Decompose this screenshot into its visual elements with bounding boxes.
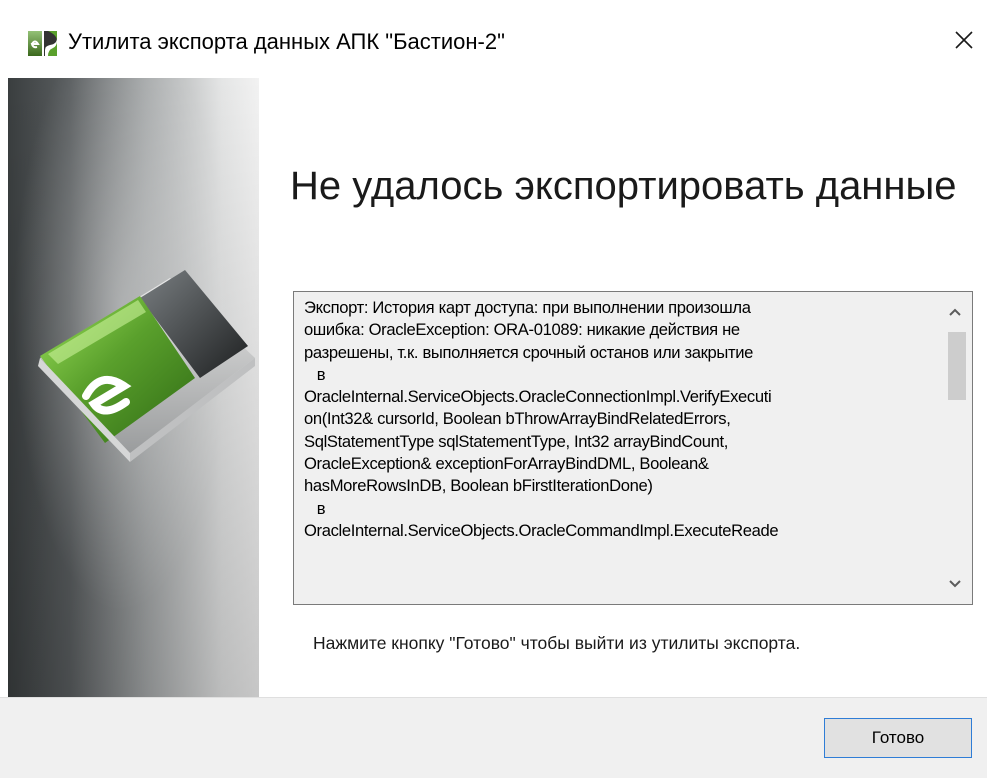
bastion-e-logo-icon [20, 238, 259, 498]
chevron-down-icon [948, 576, 962, 594]
page-title: Не удалось экспортировать данные [290, 164, 957, 208]
done-button-label: Готово [871, 728, 925, 747]
title-bar[interactable]: Утилита экспорта данных АПК "Бастион-2" [0, 0, 987, 78]
window-title: Утилита экспорта данных АПК "Бастион-2" [68, 29, 505, 54]
vertical-scrollbar[interactable] [938, 292, 972, 604]
wizard-banner [8, 78, 259, 697]
export-utility-window: Утилита экспорта данных АПК "Бастион-2" [0, 0, 987, 778]
scroll-down-button[interactable] [938, 568, 972, 602]
close-icon [954, 30, 974, 55]
error-log-text[interactable]: Экспорт: История карт доступа: при выпол… [304, 297, 940, 599]
close-button[interactable] [944, 20, 984, 64]
done-button[interactable]: Готово [824, 718, 972, 758]
scroll-up-button[interactable] [938, 296, 972, 330]
scroll-thumb[interactable] [948, 332, 966, 400]
bastion-app-icon[interactable] [28, 28, 60, 58]
exit-hint-text: Нажмите кнопку "Готово" чтобы выйти из у… [313, 633, 801, 653]
chevron-up-icon [948, 304, 962, 322]
error-log-textbox[interactable]: Экспорт: История карт доступа: при выпол… [293, 291, 973, 605]
